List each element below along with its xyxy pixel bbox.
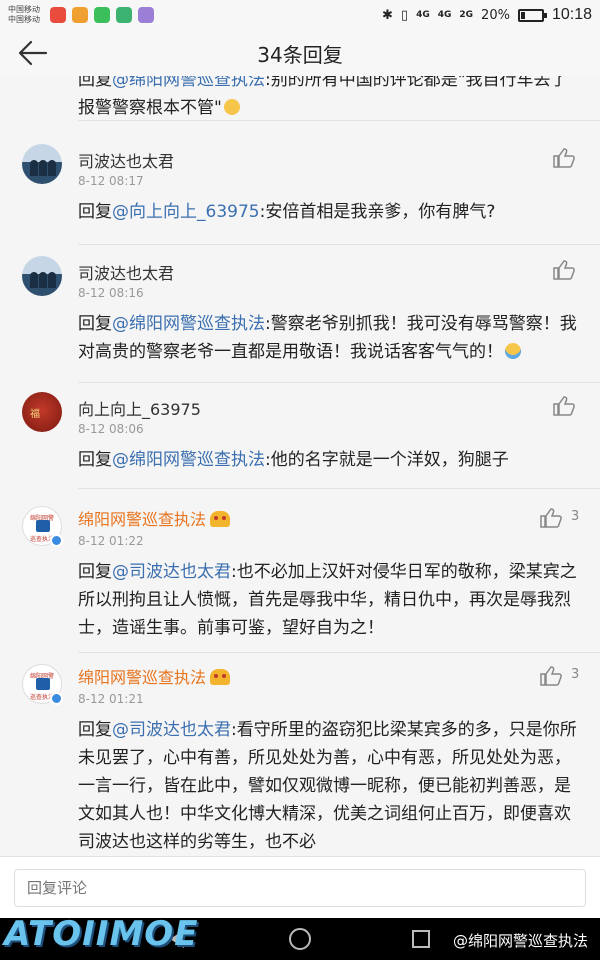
page-header: 34条回复 bbox=[0, 30, 600, 76]
reply-bar bbox=[0, 856, 600, 918]
comment-time: 8-12 08:06 bbox=[78, 422, 144, 436]
reply-prefix: 回复 bbox=[78, 450, 112, 470]
status-right: ✱ ▯ 4G 4G 2G 20% 10:18 bbox=[382, 6, 592, 24]
comment-list[interactable]: 回复@绵阳网警巡查执法:别的所有中国的评论都是"我自行车丢了 报警警察根本不管"… bbox=[0, 76, 600, 856]
carrier-info: 中国移动 中国移动 bbox=[8, 5, 40, 25]
notification-icons bbox=[50, 7, 154, 23]
verified-icon bbox=[50, 534, 63, 547]
status-bar: 中国移动 中国移动 ✱ ▯ 4G 4G 2G 20% 10:18 bbox=[0, 0, 600, 30]
battery-percent: 20% bbox=[481, 7, 510, 23]
mention-link[interactable]: @绵阳网警巡查执法 bbox=[112, 314, 265, 334]
comment-content: 回复@绵阳网警巡查执法:警察老爷别抓我！我可没有辱骂警察！我对高贵的警察老爷一直… bbox=[78, 310, 578, 366]
mention-link[interactable]: @司波达也太君 bbox=[112, 720, 231, 740]
like-count: 3 bbox=[571, 509, 580, 524]
app-notification-icon bbox=[94, 7, 110, 23]
username[interactable]: 绵阳网警巡查执法 bbox=[78, 664, 231, 688]
app-notification-icon bbox=[50, 7, 66, 23]
username[interactable]: 绵阳网警巡查执法 bbox=[78, 506, 231, 530]
signal-2g-icon: 2G bbox=[459, 10, 474, 20]
reply-prefix: 回复 bbox=[78, 720, 112, 740]
like-icon[interactable] bbox=[553, 260, 575, 280]
avatar[interactable] bbox=[22, 144, 62, 184]
comment-time: 8-12 01:21 bbox=[78, 692, 144, 706]
carrier-1: 中国移动 bbox=[8, 5, 40, 14]
reply-prefix: 回复 bbox=[78, 76, 112, 90]
mention-link[interactable]: @绵阳网警巡查执法 bbox=[112, 76, 265, 90]
crying-emoji-icon bbox=[505, 343, 521, 359]
mention-link[interactable]: @向上向上_63975 bbox=[112, 202, 260, 222]
username[interactable]: 司波达也太君 bbox=[78, 148, 174, 172]
like-icon[interactable] bbox=[553, 148, 575, 168]
avatar-text: 福 bbox=[30, 409, 41, 420]
reply-prefix: 回复 bbox=[78, 314, 112, 334]
back-button[interactable] bbox=[18, 40, 48, 66]
clock: 10:18 bbox=[551, 6, 592, 23]
comment-text: :安倍首相是我亲爹，你有脾气? bbox=[259, 202, 496, 222]
divider bbox=[78, 488, 600, 489]
comment-content: 回复@向上向上_63975:安倍首相是我亲爹，你有脾气? bbox=[78, 198, 578, 226]
comment-time: 8-12 01:22 bbox=[78, 534, 144, 548]
divider bbox=[78, 120, 600, 121]
emoji-icon bbox=[223, 99, 240, 115]
bluetooth-icon: ✱ bbox=[382, 7, 393, 23]
vibrate-icon: ▯ bbox=[400, 7, 409, 23]
police-badge-icon bbox=[36, 678, 50, 690]
nav-recent-icon[interactable] bbox=[412, 930, 430, 948]
comment-content: 回复@司波达也太君:也不必加上汉奸对侵华日军的敬称，梁某宾之所以刑拘且让人愤慨，… bbox=[78, 558, 578, 642]
app-notification-icon bbox=[72, 7, 88, 23]
mention-link[interactable]: @司波达也太君 bbox=[112, 562, 231, 582]
reply-prefix: 回复 bbox=[78, 562, 112, 582]
comment-time: 8-12 08:17 bbox=[78, 174, 144, 188]
divider bbox=[78, 652, 600, 653]
page-title: 34条回复 bbox=[257, 42, 343, 67]
username[interactable]: 司波达也太君 bbox=[78, 260, 174, 284]
watermark-logo: ATOIIMOE bbox=[4, 914, 199, 954]
signal-4g-icon: 4G bbox=[416, 10, 430, 20]
nav-home-icon[interactable] bbox=[289, 928, 311, 950]
username[interactable]: 向上向上_63975 bbox=[78, 396, 201, 420]
divider bbox=[78, 244, 600, 245]
arrow-left-icon bbox=[18, 40, 48, 66]
carrier-2: 中国移动 bbox=[8, 15, 40, 24]
mention-link[interactable]: @绵阳网警巡查执法 bbox=[112, 450, 265, 470]
crown-badge-icon bbox=[210, 669, 231, 685]
username-text: 绵阳网警巡查执法 bbox=[78, 668, 207, 687]
like-icon[interactable] bbox=[540, 508, 562, 528]
crown-badge-icon bbox=[210, 511, 231, 527]
app-notification-icon bbox=[138, 7, 154, 23]
like-icon[interactable] bbox=[540, 666, 562, 686]
app-notification-icon bbox=[116, 7, 132, 23]
partial-comment-text: 回复@绵阳网警巡查执法:别的所有中国的评论都是"我自行车丢了 报警警察根本不管" bbox=[78, 76, 578, 122]
comment-content: 回复@绵阳网警巡查执法:他的名字就是一个洋奴，狗腿子 bbox=[78, 446, 578, 474]
police-badge-icon bbox=[36, 520, 50, 532]
avatar[interactable]: 福 bbox=[22, 392, 62, 432]
comment-text: :别的所有中国的评论都是"我自行车丢了 bbox=[265, 76, 568, 90]
like-icon[interactable] bbox=[553, 396, 575, 416]
comment-text-line2: 报警警察根本不管" bbox=[78, 98, 222, 118]
like-count: 3 bbox=[571, 667, 580, 682]
battery-icon bbox=[517, 8, 547, 22]
battery-fill bbox=[520, 11, 525, 19]
comment-time: 8-12 08:16 bbox=[78, 286, 144, 300]
comment-content: 回复@司波达也太君:看守所里的盗窃犯比梁某宾多的多，只是你所未见罢了，心中有善，… bbox=[78, 716, 578, 856]
username-text: 绵阳网警巡查执法 bbox=[78, 510, 207, 529]
reply-prefix: 回复 bbox=[78, 202, 112, 222]
divider bbox=[78, 382, 600, 383]
comment-text: :他的名字就是一个洋奴，狗腿子 bbox=[265, 450, 509, 470]
signal-4g-icon-2: 4G bbox=[437, 10, 452, 20]
verified-icon bbox=[50, 692, 63, 705]
watermark-text: @绵阳网警巡查执法 bbox=[452, 932, 588, 950]
avatar[interactable] bbox=[22, 256, 62, 296]
reply-input[interactable] bbox=[14, 869, 586, 907]
